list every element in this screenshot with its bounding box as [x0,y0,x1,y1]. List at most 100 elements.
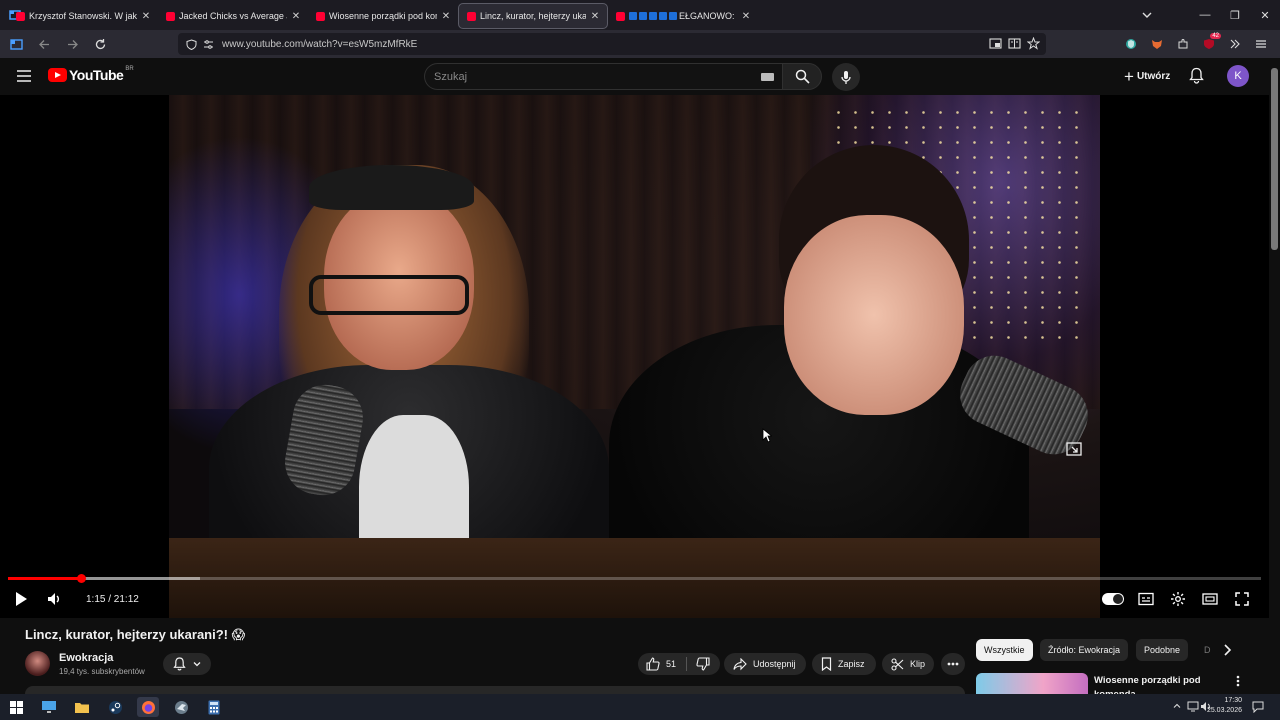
start-button[interactable] [5,697,27,717]
close-tab-icon[interactable]: ✕ [290,11,302,22]
tab-title: EŁGANOWO: D [679,11,737,21]
clip-label: Klip [910,659,926,669]
address-bar[interactable]: www.youtube.com/watch?v=esW5mzMfRkE [178,33,1046,55]
browser-tab[interactable]: Krzysztof Stanowski. W jakiej sp ✕ [8,3,158,29]
dislike-button[interactable] [687,657,710,671]
scissors-icon [891,657,904,671]
share-button[interactable]: Udostępnij [724,653,806,675]
youtube-favicon-icon [616,11,625,21]
related-video-thumbnail[interactable] [976,673,1088,694]
close-window-button[interactable]: ✕ [1250,9,1280,22]
subtitles-button[interactable] [1138,590,1154,608]
autoplay-toggle[interactable] [1102,590,1124,608]
progress-scrubber-handle[interactable] [77,574,87,583]
extension-ublock-icon[interactable]: 42 [1200,33,1221,55]
tab-overflow-chevron-icon[interactable] [1140,8,1154,22]
bookmark-icon [821,657,832,671]
windows-taskbar: 17:30 25.03.2026 [0,694,1280,720]
like-count: 51 [666,659,677,669]
taskbar-firefox[interactable] [137,697,159,717]
bird-app-icon [174,700,188,714]
menu-hamburger-icon[interactable] [1252,33,1270,55]
subscription-notifications-button[interactable] [163,653,211,675]
search-button[interactable] [782,63,822,90]
close-tab-icon[interactable]: ✕ [140,11,152,22]
system-clock[interactable]: 17:30 25.03.2026 [1207,696,1242,716]
reload-button[interactable] [88,32,112,56]
save-button[interactable]: Zapisz [812,653,876,675]
keyboard-icon[interactable] [761,73,774,81]
miniplayer-corner-button[interactable] [1066,442,1082,456]
search-input[interactable]: Szukaj [424,63,782,90]
chips-next-button[interactable] [1219,642,1235,658]
play-button[interactable] [14,590,28,608]
taskbar-calculator[interactable] [203,697,225,717]
taskbar-steam[interactable] [104,697,126,717]
sidebar-toggle-button[interactable] [4,32,28,56]
related-video-title[interactable]: Wiosenne porządki pod komenda [1094,674,1224,694]
theater-mode-button[interactable] [1202,590,1218,608]
close-tab-icon[interactable]: ✕ [440,11,452,22]
chip-truncated[interactable]: D [1196,639,1218,661]
related-more-button[interactable] [1236,675,1240,687]
browser-tab[interactable]: Wiosenne porządki pod komen ✕ [308,3,458,29]
clip-button[interactable]: Klip [882,653,934,675]
network-icon[interactable] [1187,701,1199,712]
chip-from-channel[interactable]: Źródło: Ewokracja [1040,639,1129,661]
guide-menu-button[interactable] [16,69,32,83]
thumbs-up-icon [646,657,660,671]
emoji-squares-icon [629,12,679,20]
video-player[interactable]: 1:15 / 21:12 [0,95,1269,618]
site-settings-icon[interactable] [203,39,214,50]
tab-title: Lincz, kurator, hejterzy ukarani?! [480,11,586,21]
browser-tab-active[interactable]: Lincz, kurator, hejterzy ukarani?! ✕ [458,3,608,29]
extension-fox-icon[interactable] [1148,33,1166,55]
notifications-tray-icon[interactable] [1252,701,1264,713]
folder-icon [75,702,89,713]
taskbar-file-explorer[interactable] [71,697,93,717]
host-left-glasses [309,275,469,315]
share-arrow-icon [733,657,747,670]
tray-overflow-chevron-icon[interactable] [1172,701,1182,711]
arrow-left-icon [38,39,49,49]
forward-button[interactable] [60,32,84,56]
host-left-bandana [309,165,474,210]
tab-title: Jacked Chicks vs Average Joes | [179,11,287,21]
more-actions-button[interactable] [941,653,965,675]
bell-icon [172,657,186,671]
browser-tab[interactable]: EŁGANOWO: D ✕ [608,3,758,29]
picture-in-picture-icon[interactable] [989,37,1002,50]
overflow-chevrons-icon[interactable] [1226,33,1244,55]
close-tab-icon[interactable]: ✕ [589,11,601,22]
taskbar-app-bird[interactable] [170,697,192,717]
star-icon[interactable] [1027,37,1040,50]
mute-button[interactable] [46,590,62,608]
windows-logo-icon [9,700,23,714]
close-tab-icon[interactable]: ✕ [740,11,752,22]
shield-icon[interactable] [186,38,197,50]
reader-view-icon[interactable] [1008,37,1021,50]
video-frame[interactable] [169,95,1100,618]
notifications-button[interactable] [1189,67,1204,84]
back-button[interactable] [32,32,56,56]
account-avatar[interactable]: K [1227,65,1249,87]
channel-avatar[interactable] [25,651,50,676]
extension-vpn-icon[interactable] [1122,33,1140,55]
restore-button[interactable]: ❐ [1220,9,1250,22]
chip-all[interactable]: Wszystkie [976,639,1033,661]
browser-tab[interactable]: Jacked Chicks vs Average Joes | ✕ [158,3,308,29]
youtube-logo[interactable]: YouTube BR [48,66,134,83]
page-scrollbar[interactable] [1269,58,1280,694]
channel-name[interactable]: Ewokracja [59,652,113,664]
taskbar-monitor-app[interactable] [38,697,60,717]
chip-related[interactable]: Podobne [1136,639,1189,661]
create-button[interactable]: + Utwórz [1116,63,1178,90]
minimize-button[interactable]: — [1190,9,1220,21]
extensions-puzzle-icon[interactable] [1174,33,1192,55]
settings-button[interactable] [1170,590,1186,608]
voice-search-button[interactable] [832,63,860,91]
like-button[interactable]: 51 [638,657,676,671]
fullscreen-button[interactable] [1235,590,1249,608]
scrollbar-thumb[interactable] [1271,68,1278,250]
volume-icon [48,593,59,605]
